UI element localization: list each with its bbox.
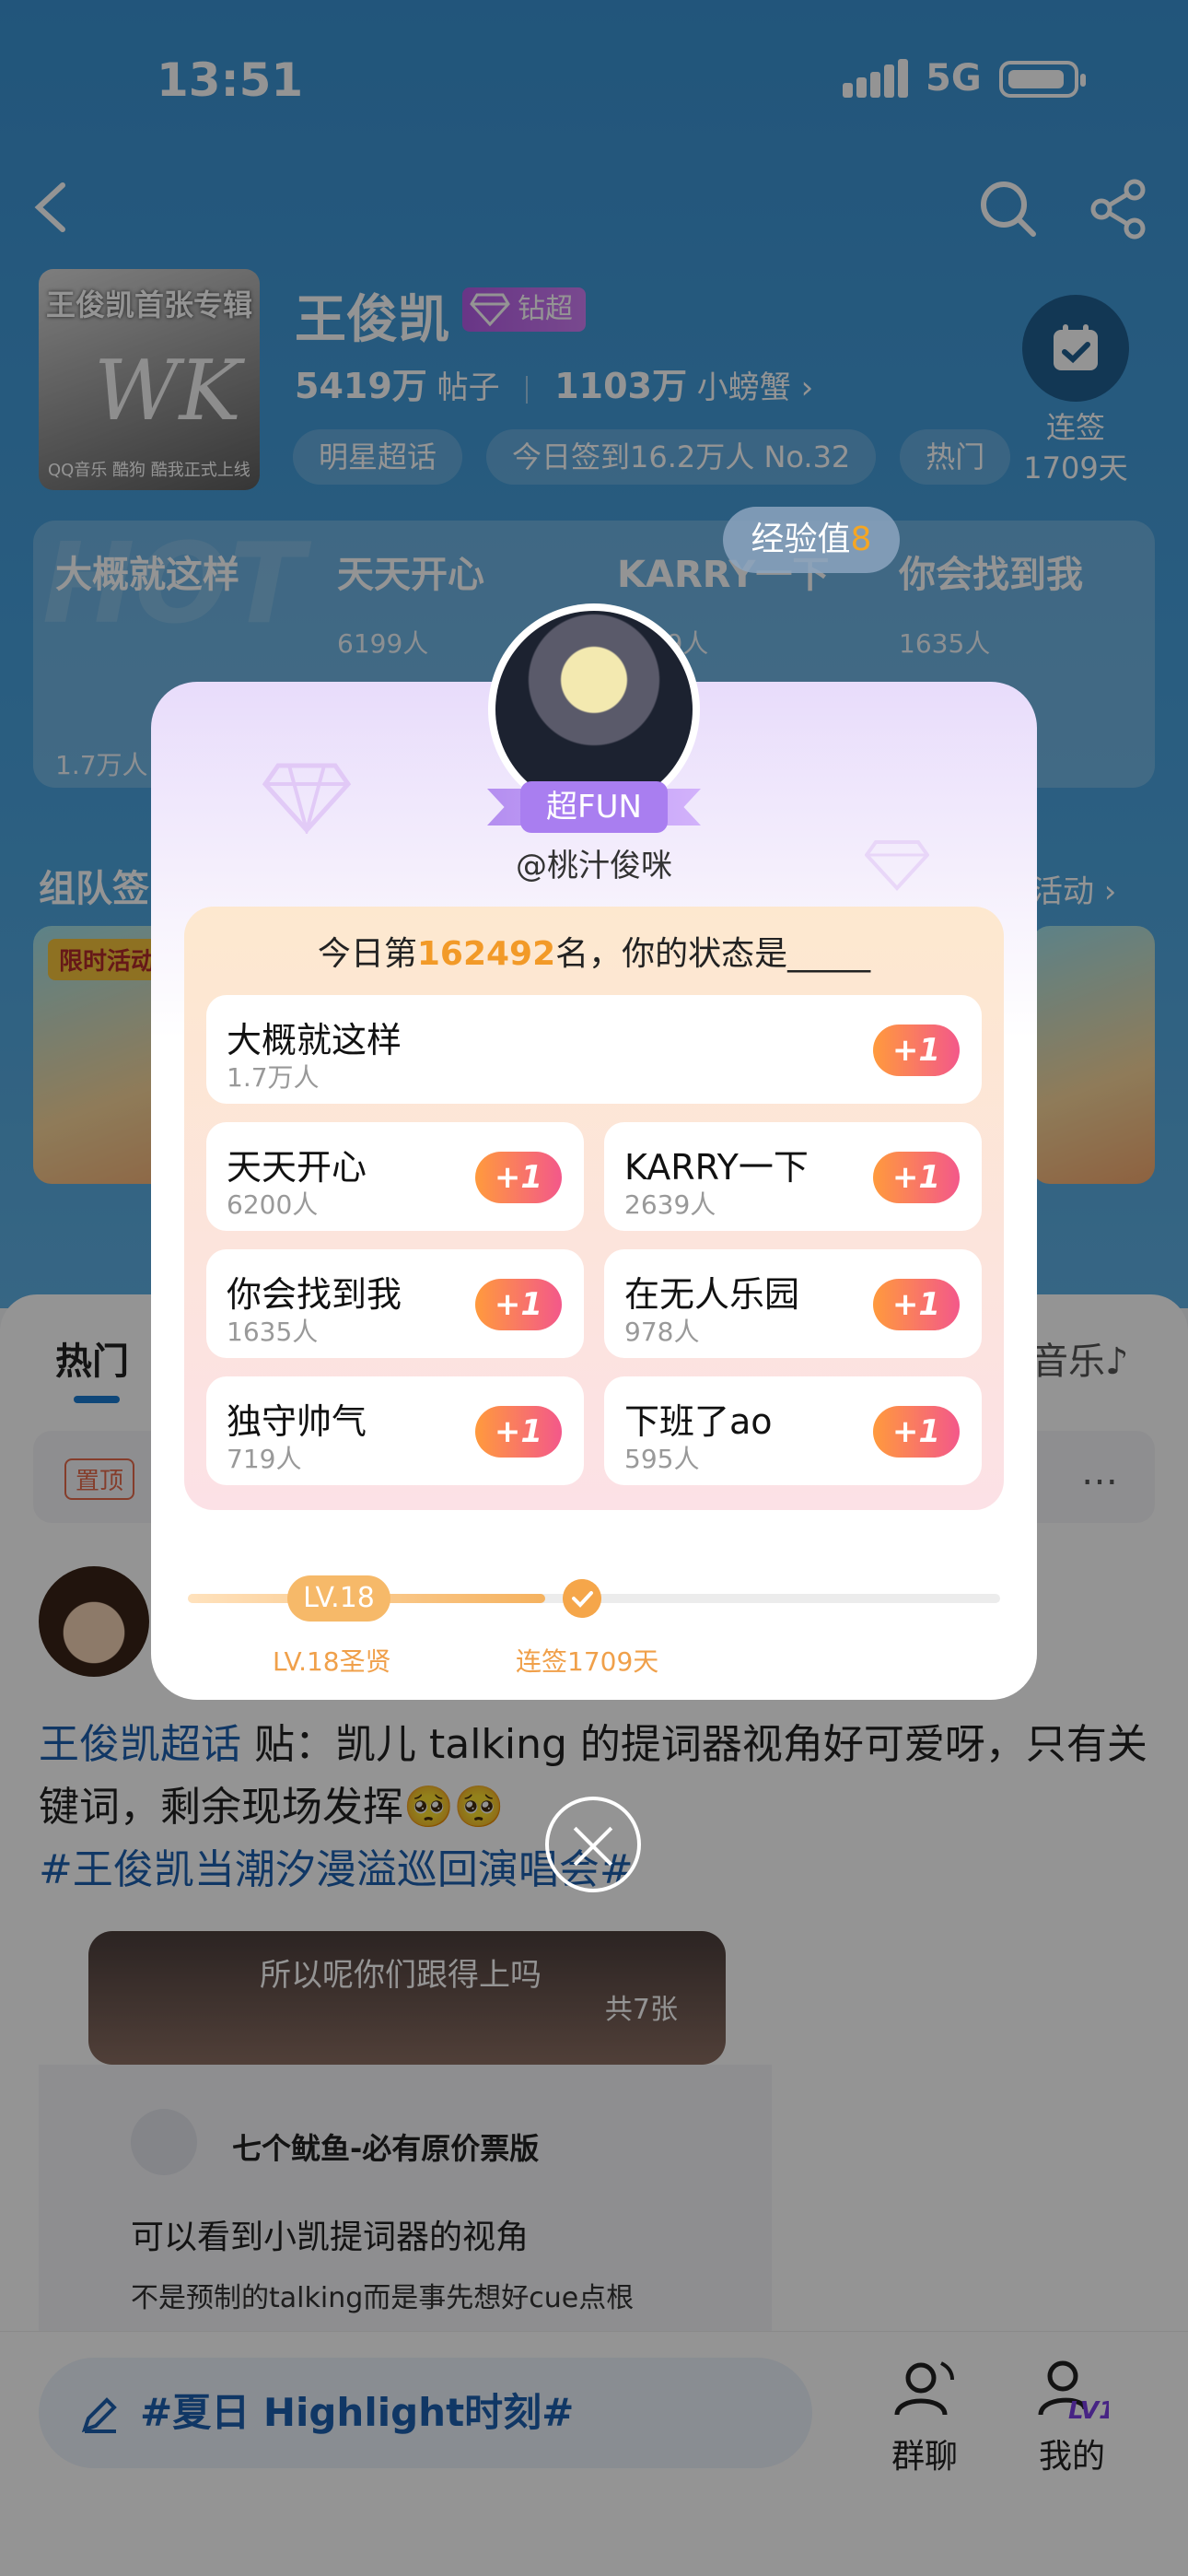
level-badge: LV.18 xyxy=(287,1575,390,1622)
option-count: 595人 xyxy=(624,1444,700,1474)
option-name: 独守帅气 xyxy=(227,1401,367,1442)
user-handle: @桃汁俊咪 xyxy=(516,848,672,884)
checkin-status-modal: 超FUN @桃汁俊咪 今日第162492名，你的状态是_____ 大概就这样 1… xyxy=(151,603,1037,1700)
option-count: 1.7万人 xyxy=(227,1062,320,1093)
status-option[interactable]: 大概就这样 1.7万人 +1 xyxy=(206,995,982,1104)
exp-value: 8 xyxy=(850,521,872,558)
status-option[interactable]: 独守帅气 719人 +1 xyxy=(206,1376,584,1485)
status-option[interactable]: KARRY一下 2639人 +1 xyxy=(604,1122,982,1231)
status-option[interactable]: 天天开心 6200人 +1 xyxy=(206,1122,584,1231)
option-count: 978人 xyxy=(624,1317,700,1347)
plus-one-button[interactable]: +1 xyxy=(475,1279,562,1330)
check-icon xyxy=(563,1579,601,1618)
level-progress: LV.18 LV.18圣贤 连签1709天 xyxy=(188,1575,1000,1677)
plus-one-button[interactable]: +1 xyxy=(873,1025,960,1076)
question-rank: 162492 xyxy=(416,935,556,973)
option-count: 2639人 xyxy=(624,1189,716,1220)
plus-one-button[interactable]: +1 xyxy=(873,1406,960,1458)
status-option[interactable]: 下班了ao 595人 +1 xyxy=(604,1376,982,1485)
question-suffix: 名，你的状态是_____ xyxy=(555,935,871,973)
option-count: 1635人 xyxy=(227,1317,319,1347)
option-name: 下班了ao xyxy=(624,1401,773,1442)
status-option[interactable]: 在无人乐园 978人 +1 xyxy=(604,1249,982,1358)
plus-one-button[interactable]: +1 xyxy=(475,1406,562,1458)
option-name: KARRY一下 xyxy=(624,1147,809,1188)
status-options-panel: 今日第162492名，你的状态是_____ 大概就这样 1.7万人 +1 天天开… xyxy=(184,907,1004,1510)
streak-label: 连签1709天 xyxy=(516,1646,659,1677)
option-name: 你会找到我 xyxy=(227,1274,402,1315)
exp-label: 经验值 xyxy=(751,521,851,558)
status-question: 今日第162492名，你的状态是_____ xyxy=(184,927,1004,975)
close-modal-button[interactable] xyxy=(545,1797,641,1892)
level-title: LV.18圣贤 xyxy=(273,1646,391,1677)
diamond-icon xyxy=(262,763,352,834)
plus-one-button[interactable]: +1 xyxy=(475,1152,562,1203)
fun-ribbon: 超FUN xyxy=(487,781,701,833)
option-name: 天天开心 xyxy=(227,1147,367,1188)
ribbon-label: 超FUN xyxy=(520,781,668,833)
option-count: 719人 xyxy=(227,1444,302,1474)
option-name: 在无人乐园 xyxy=(624,1274,800,1315)
plus-one-button[interactable]: +1 xyxy=(873,1152,960,1203)
option-count: 6200人 xyxy=(227,1189,319,1220)
question-prefix: 今日第 xyxy=(317,935,417,973)
option-name: 大概就这样 xyxy=(227,1020,402,1060)
experience-chip: 经验值8 xyxy=(723,507,900,573)
plus-one-button[interactable]: +1 xyxy=(873,1279,960,1330)
status-option[interactable]: 你会找到我 1635人 +1 xyxy=(206,1249,584,1358)
